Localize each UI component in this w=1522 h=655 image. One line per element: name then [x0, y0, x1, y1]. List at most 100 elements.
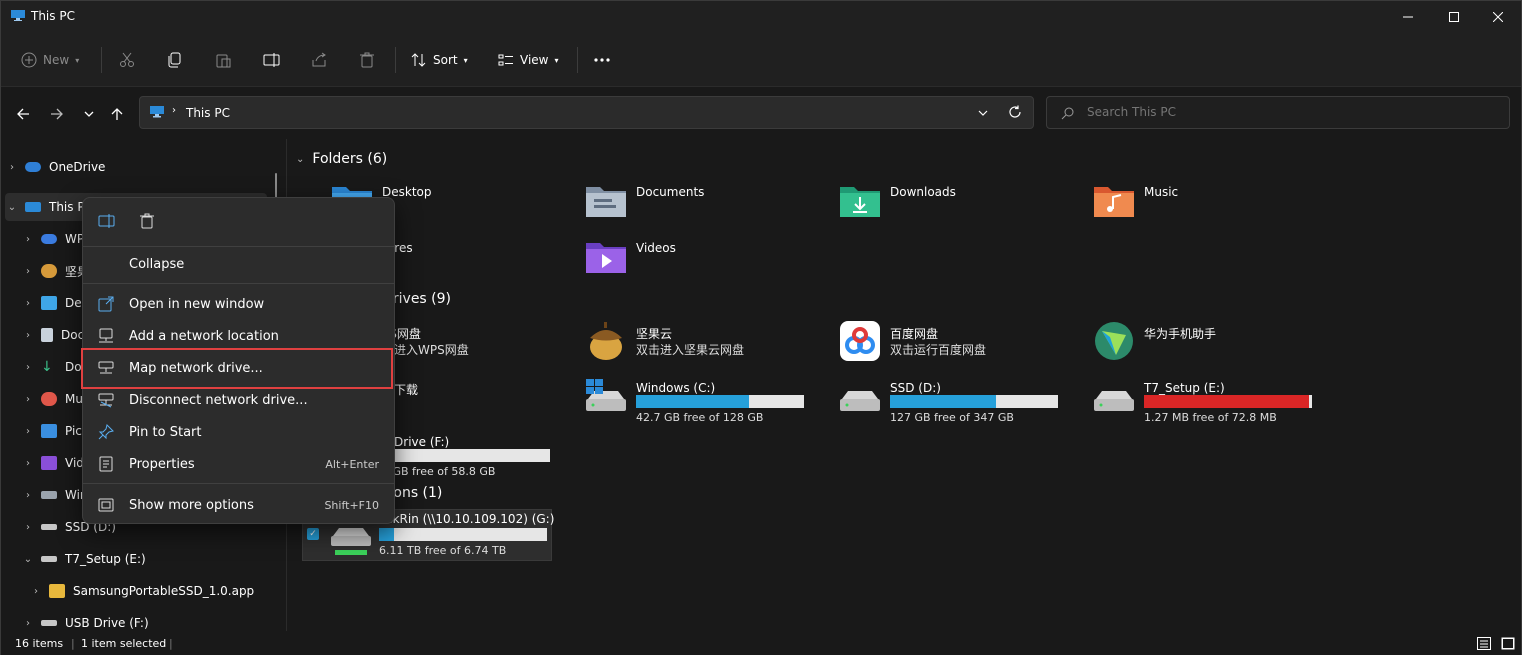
delete-button[interactable] — [359, 45, 375, 75]
menu-item-disconnect-network-drive[interactable]: Disconnect network drive... — [89, 385, 389, 415]
chevron-right-icon[interactable]: › — [21, 490, 35, 501]
delete-button[interactable] — [133, 208, 161, 234]
cloud-icon — [41, 234, 57, 244]
refresh-icon[interactable] — [1008, 105, 1022, 119]
share-button[interactable] — [311, 45, 327, 75]
selected-count: 1 item selected — [81, 637, 167, 650]
chevron-down-icon[interactable]: ⌄ — [21, 554, 35, 565]
drive-usage-fill — [1144, 395, 1309, 408]
drive-tile-ssd-d[interactable]: SSD (D:) 127 GB free of 347 GB — [838, 375, 1088, 427]
item-count: 16 items — [15, 637, 64, 650]
chevron-down-icon[interactable]: ⌄ — [5, 202, 19, 213]
chevron-right-icon[interactable]: › — [21, 426, 35, 437]
menu-item-collapse[interactable]: Collapse — [89, 249, 389, 279]
chevron-right-icon[interactable]: › — [21, 330, 35, 341]
menu-item-show-more-options[interactable]: Show more options Shift+F10 — [89, 490, 389, 520]
search-input[interactable] — [1087, 105, 1487, 119]
app-tile-baidu[interactable]: 百度网盘 双击运行百度网盘 — [838, 319, 1088, 371]
recent-locations-button[interactable] — [79, 104, 99, 124]
menu-item-properties[interactable]: Properties Alt+Enter — [89, 449, 389, 479]
paste-button[interactable] — [215, 45, 231, 75]
properties-icon — [97, 455, 115, 473]
back-button[interactable] — [13, 104, 33, 124]
close-button[interactable] — [1475, 1, 1521, 33]
chevron-down-icon[interactable] — [978, 108, 988, 118]
paste-icon — [216, 54, 231, 68]
menu-item-label: Collapse — [129, 256, 185, 272]
address-bar[interactable]: › This PC — [139, 96, 1034, 129]
more-options-button[interactable] — [593, 45, 611, 75]
chevron-right-icon[interactable]: › — [21, 522, 35, 533]
forward-button[interactable] — [47, 104, 67, 124]
maximize-icon — [1449, 12, 1459, 22]
sidebar-item-samsung-app[interactable]: › SamsungPortableSSD_1.0.app — [29, 577, 291, 605]
chevron-right-icon: › — [172, 105, 176, 116]
tile-name: 百度网盘 — [890, 327, 939, 341]
file-explorer-window: This PC New ▾ Sort ▾ View ▾ › This PC Se… — [0, 0, 1522, 655]
divider — [101, 47, 102, 73]
menu-item-pin-to-start[interactable]: Pin to Start — [89, 417, 389, 447]
chevron-right-icon[interactable]: › — [21, 362, 35, 373]
chevron-right-icon[interactable]: › — [21, 234, 35, 245]
drive-usage-fill — [890, 395, 996, 408]
sidebar-item-label: Doc — [61, 328, 85, 342]
videos-folder-icon — [586, 243, 626, 273]
chevron-right-icon[interactable]: › — [29, 586, 43, 597]
drive-tile-t7-setup-e[interactable]: T7_Setup (E:) 1.27 MB free of 72.8 MB — [1092, 375, 1342, 427]
menu-item-add-network-location[interactable]: Add a network location — [89, 321, 389, 351]
chevron-right-icon[interactable]: › — [21, 458, 35, 469]
new-button[interactable]: New ▾ — [21, 45, 79, 75]
sidebar-item-onedrive[interactable]: › OneDrive — [5, 153, 267, 181]
acorn-icon — [590, 322, 622, 360]
drive-tile-windows-c[interactable]: Windows (C:) 42.7 GB free of 128 GB — [584, 375, 834, 427]
content-pane: ⌄ Folders (6) Desktop Documents Downloads… — [288, 139, 1522, 631]
sidebar-item-label: T7_Setup (E:) — [65, 552, 146, 566]
sidebar-item-label: SamsungPortableSSD_1.0.app — [73, 584, 255, 598]
view-label: View — [520, 53, 549, 67]
app-tile-huawei[interactable]: 华为手机助手 — [1092, 319, 1342, 371]
chevron-right-icon[interactable]: › — [5, 162, 19, 173]
blank-icon — [97, 255, 115, 273]
context-menu-quick-actions — [83, 198, 394, 244]
folders-section-header[interactable]: ⌄ Folders (6) — [296, 151, 387, 167]
folder-tile-videos[interactable]: Videos — [584, 235, 834, 287]
tile-subtitle: 双击进入坚果云网盘 — [636, 343, 745, 357]
divider — [83, 246, 394, 247]
copy-button[interactable] — [167, 45, 183, 75]
up-button[interactable] — [107, 104, 127, 124]
title-bar: This PC — [1, 1, 1521, 33]
menu-item-open-new-window[interactable]: Open in new window — [89, 289, 389, 319]
minimize-button[interactable] — [1385, 1, 1431, 33]
details-view-icon[interactable] — [1477, 637, 1491, 650]
chevron-right-icon[interactable]: › — [21, 298, 35, 309]
divider — [83, 483, 394, 484]
sidebar-item-t7-setup-e[interactable]: ⌄ T7_Setup (E:) — [21, 545, 283, 573]
checkbox-checked-icon[interactable]: ✓ — [307, 528, 319, 540]
folder-tile-documents[interactable]: Documents — [584, 179, 834, 231]
more-options-icon — [97, 496, 115, 514]
baidu-netdisk-icon — [840, 321, 880, 361]
rename-button[interactable] — [263, 45, 281, 75]
sort-button[interactable]: Sort ▾ — [411, 45, 468, 75]
folder-tile-downloads[interactable]: Downloads — [838, 179, 1088, 231]
arrow-up-icon — [111, 108, 123, 120]
chevron-right-icon[interactable]: › — [21, 394, 35, 405]
breadcrumb[interactable]: This PC — [186, 106, 230, 120]
network-drive-icon — [331, 528, 371, 555]
drive-icon — [840, 391, 880, 411]
search-box[interactable] — [1046, 96, 1510, 129]
pin-icon — [97, 423, 115, 441]
tile-name: T7_Setup (E:) — [1144, 381, 1225, 395]
pictures-icon — [41, 424, 57, 438]
folder-tile-music[interactable]: Music — [1092, 179, 1342, 231]
chevron-right-icon[interactable]: › — [21, 618, 35, 629]
sidebar-item-label: OneDrive — [49, 160, 106, 174]
maximize-button[interactable] — [1431, 1, 1477, 33]
chevron-right-icon[interactable]: › — [21, 266, 35, 277]
drive-free-space: 9 GB free of 58.8 GB — [382, 465, 496, 478]
app-tile-jianguoyun[interactable]: 坚果云 双击进入坚果云网盘 — [584, 319, 834, 371]
rename-button[interactable] — [93, 208, 121, 234]
tiles-view-icon[interactable] — [1501, 637, 1515, 650]
cut-button[interactable] — [119, 45, 135, 75]
view-button[interactable]: View ▾ — [498, 45, 559, 75]
